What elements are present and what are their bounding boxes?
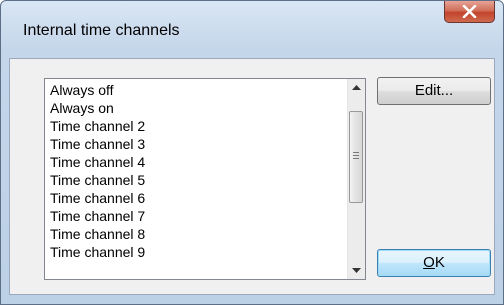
scroll-up-button[interactable]: [348, 79, 365, 96]
title-bar[interactable]: Internal time channels: [1, 1, 503, 59]
list-item[interactable]: Always on: [50, 99, 340, 117]
list-item[interactable]: Time channel 7: [50, 207, 340, 225]
scroll-thumb[interactable]: [349, 111, 363, 203]
window-title: Internal time channels: [23, 22, 180, 39]
edit-button[interactable]: Edit...: [377, 77, 491, 105]
scroll-down-button[interactable]: [348, 262, 365, 279]
list-item[interactable]: Time channel 9: [50, 243, 340, 261]
ok-button[interactable]: OK: [377, 249, 491, 277]
close-icon: [462, 5, 477, 18]
list-item[interactable]: Time channel 4: [50, 153, 340, 171]
list-item[interactable]: Time channel 8: [50, 225, 340, 243]
list-item[interactable]: Time channel 3: [50, 135, 340, 153]
list-item[interactable]: Always off: [50, 81, 340, 99]
arrow-up-icon: [352, 85, 361, 90]
list-item[interactable]: Time channel 2: [50, 117, 340, 135]
list-item[interactable]: Time channel 6: [50, 189, 340, 207]
grip-icon: [353, 152, 359, 161]
ok-label-rest: K: [434, 254, 445, 271]
ok-mnemonic: O: [423, 254, 435, 271]
vertical-scrollbar[interactable]: [347, 79, 365, 279]
list-items: Always off Always on Time channel 2 Time…: [50, 81, 340, 261]
dialog-window: Internal time channels Always off Always…: [0, 0, 504, 305]
dialog-client-area: Always off Always on Time channel 2 Time…: [9, 58, 495, 295]
arrow-down-icon: [352, 268, 361, 273]
list-item[interactable]: Time channel 5: [50, 171, 340, 189]
close-button[interactable]: [444, 1, 495, 23]
time-channel-list[interactable]: Always off Always on Time channel 2 Time…: [44, 78, 366, 280]
